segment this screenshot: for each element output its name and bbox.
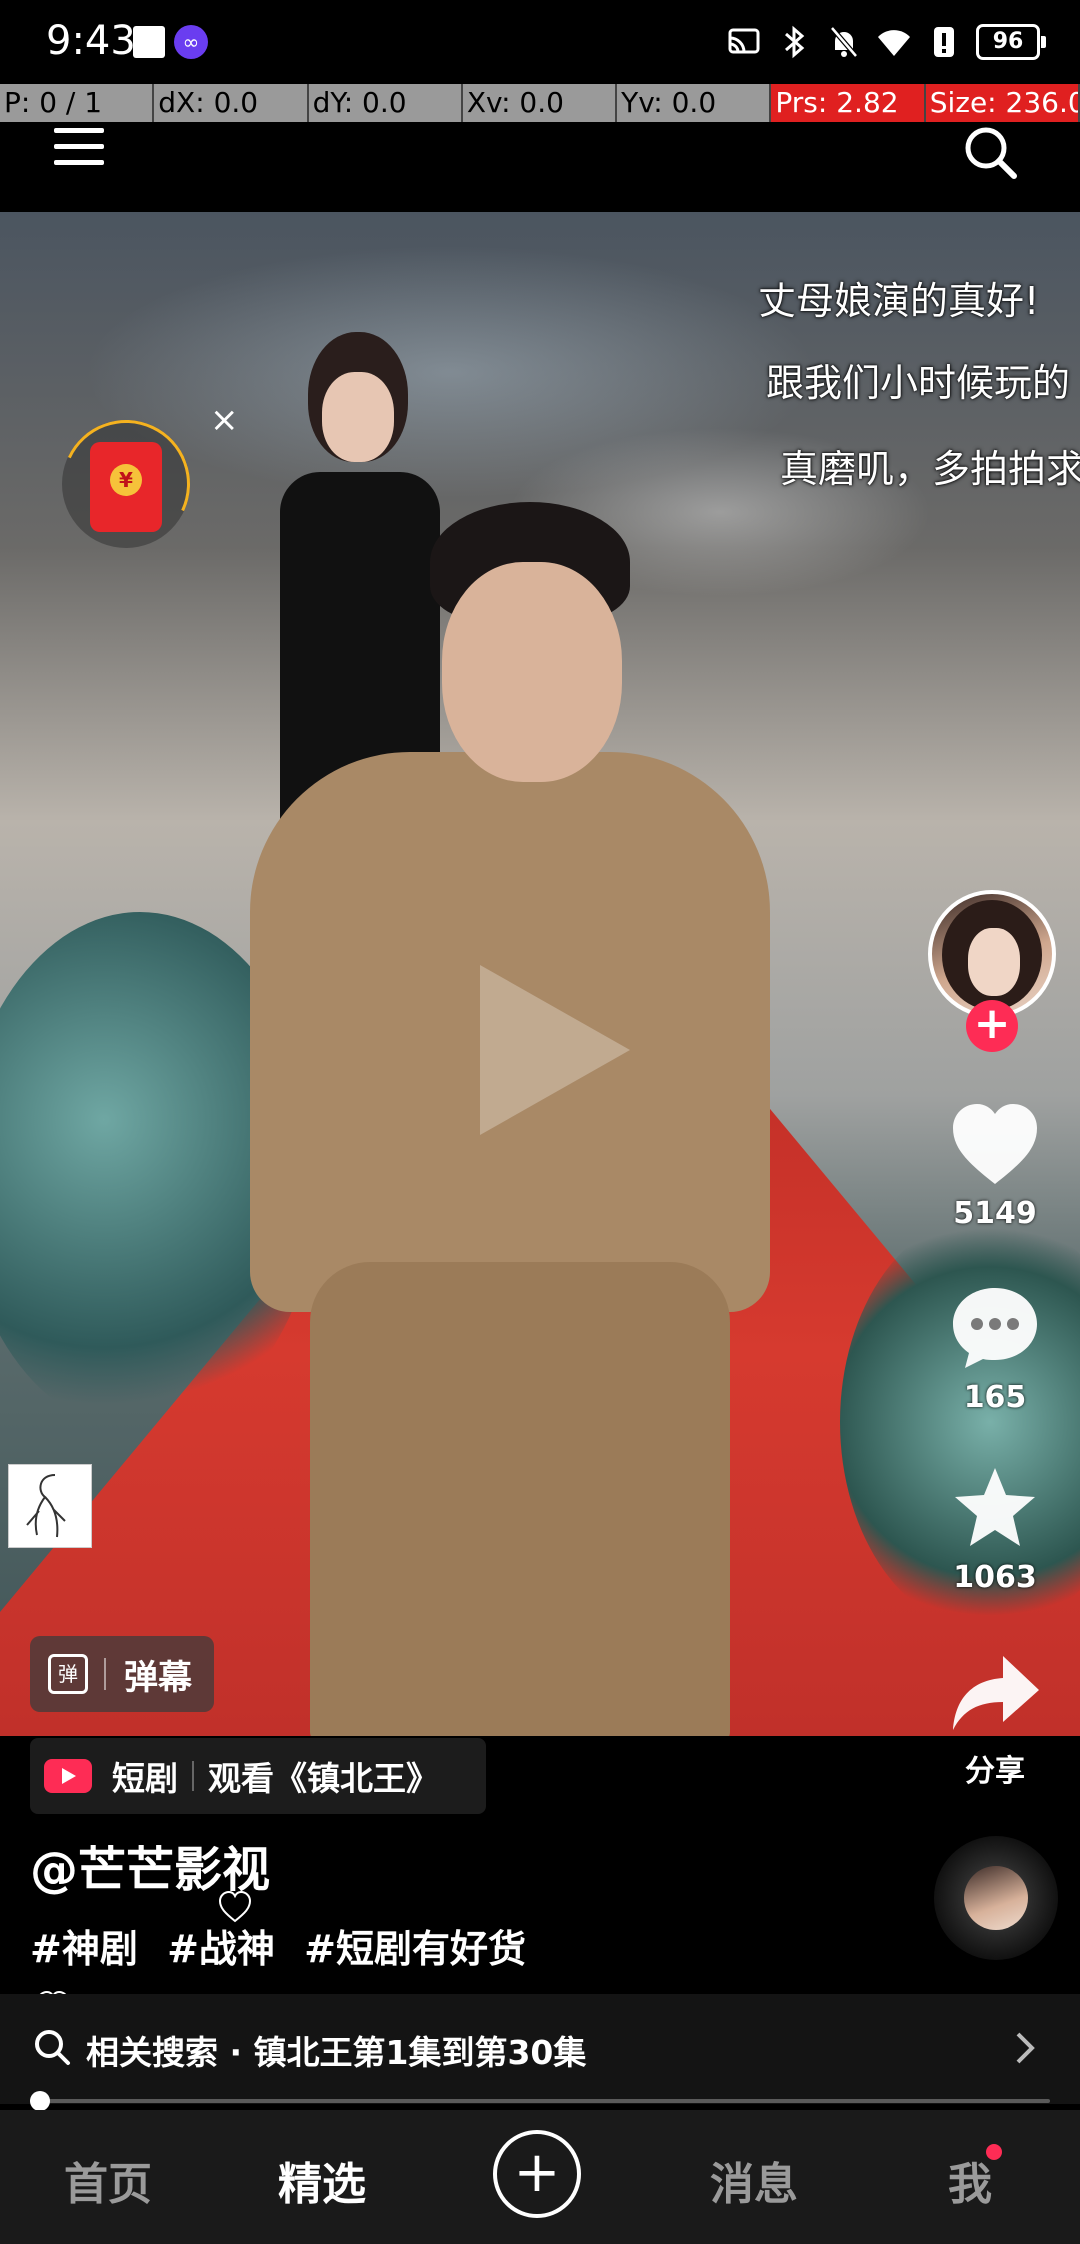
comment-icon — [953, 1288, 1037, 1368]
red-packet-widget[interactable]: ¥ — [43, 401, 209, 567]
sketch-thumbnail[interactable] — [8, 1464, 92, 1548]
menu-icon[interactable] — [54, 128, 104, 178]
danmu-comment: 跟我们小时候玩的 — [766, 361, 1071, 405]
progress-knob[interactable] — [30, 2091, 50, 2111]
scene-legs — [310, 1262, 730, 1736]
bottom-nav: 首页 精选 + 消息 我 — [0, 2110, 1080, 2244]
danmu-toggle-button[interactable]: 弹 弹幕 — [30, 1636, 214, 1712]
bell-muted-icon — [830, 26, 858, 58]
like-button[interactable]: 5149 — [920, 1100, 1070, 1231]
chevron-right-icon — [1016, 2032, 1035, 2064]
video-progress-bar[interactable] — [30, 2091, 1050, 2111]
red-packet-close-icon[interactable]: × — [210, 400, 239, 440]
comment-button[interactable]: 165 — [920, 1284, 1070, 1415]
floating-heart-icon — [218, 1890, 252, 1923]
coin-icon: ¥ — [110, 464, 142, 496]
drama-watch-link: 观看《镇北王》 — [208, 1759, 439, 1798]
hashtag[interactable]: #短剧有好货 — [304, 1927, 526, 1971]
debug-size: Size: 236.0 — [925, 84, 1080, 122]
related-search-text: 相关搜索 · 镇北王第1集到第30集 — [86, 2033, 587, 2072]
avatar-face — [968, 928, 1020, 996]
debug-pressure: Prs: 2.82 — [771, 84, 926, 122]
favorite-count: 1063 — [953, 1560, 1037, 1595]
notification-square-icon — [133, 26, 165, 58]
divider — [104, 1658, 106, 1690]
heart-icon — [953, 1104, 1037, 1184]
red-packet-icon: ¥ — [90, 442, 162, 532]
nav-home[interactable]: 首页 — [64, 2148, 152, 2212]
share-button[interactable]: 分享 — [920, 1650, 1070, 1790]
nav-featured[interactable]: 精选 — [278, 2148, 366, 2212]
star-icon — [955, 1468, 1035, 1546]
nav-messages[interactable]: 消息 — [710, 2148, 798, 2212]
danmu-comment: 真磨叽，多拍拍求 — [780, 447, 1080, 491]
follow-button[interactable]: + — [966, 1000, 1018, 1052]
notification-dot — [986, 2144, 1002, 2160]
comment-count: 165 — [963, 1380, 1027, 1415]
nav-me[interactable]: 我 — [948, 2148, 992, 2212]
scene-face — [442, 562, 622, 782]
pointer-location-overlay: P: 0 / 1 dX: 0.0 dY: 0.0 Xv: 0.0 Yv: 0.0… — [0, 84, 1080, 122]
top-bar — [0, 122, 1080, 212]
menu-line — [54, 160, 104, 165]
add-post-button[interactable]: + — [493, 2130, 581, 2218]
related-search-bar[interactable]: 相关搜索 · 镇北王第1集到第30集 — [0, 1994, 1080, 2104]
app-screen: 9:43 ∞ 96 P: 0 / 1 dX: 0.0 dY: 0.0 Xv: 0… — [0, 0, 1080, 2244]
hashtag[interactable]: #战神 — [167, 1927, 275, 1971]
status-time: 9:43 — [46, 18, 136, 64]
debug-dy: dY: 0.0 — [308, 84, 463, 122]
status-icons: 96 — [726, 20, 1046, 64]
short-drama-play-icon — [44, 1759, 92, 1793]
menu-line — [54, 128, 104, 133]
battery-icon: 96 — [976, 24, 1046, 60]
app-notification-icon: ∞ — [174, 25, 208, 59]
danmu-toggle-label: 弹幕 — [124, 1657, 192, 1698]
like-count: 5149 — [953, 1196, 1037, 1231]
drama-category: 短剧 — [112, 1759, 178, 1798]
music-cover — [964, 1866, 1028, 1930]
search-icon — [35, 2030, 70, 2065]
hashtag-list: #神剧 #战神 #短剧有好货 — [30, 1918, 542, 1973]
debug-xv: Xv: 0.0 — [462, 84, 618, 122]
debug-pointer: P: 0 / 1 — [0, 84, 155, 122]
music-disc[interactable] — [934, 1836, 1058, 1960]
play-icon[interactable] — [480, 965, 630, 1135]
wifi-icon — [878, 30, 910, 56]
menu-line — [54, 144, 104, 149]
danmu-icon: 弹 — [48, 1654, 88, 1694]
share-label: 分享 — [965, 1754, 1025, 1789]
scene-face — [322, 372, 394, 462]
alert-icon — [934, 27, 954, 57]
divider — [192, 1761, 194, 1791]
cast-icon — [728, 28, 760, 54]
debug-dx: dX: 0.0 — [154, 84, 309, 122]
hashtag[interactable]: #神剧 — [30, 1927, 138, 1971]
favorite-button[interactable]: 1063 — [920, 1464, 1070, 1595]
status-bar: 9:43 ∞ 96 — [0, 0, 1080, 84]
share-icon — [953, 1656, 1039, 1730]
danmu-comment: 丈母娘演的真好! — [758, 279, 1040, 323]
debug-yv: Yv: 0.0 — [617, 84, 772, 122]
bluetooth-icon — [785, 25, 805, 59]
drama-tag[interactable]: 短剧 观看《镇北王》 — [30, 1738, 486, 1814]
search-icon[interactable] — [960, 122, 1020, 182]
progress-track — [30, 2099, 1050, 2103]
